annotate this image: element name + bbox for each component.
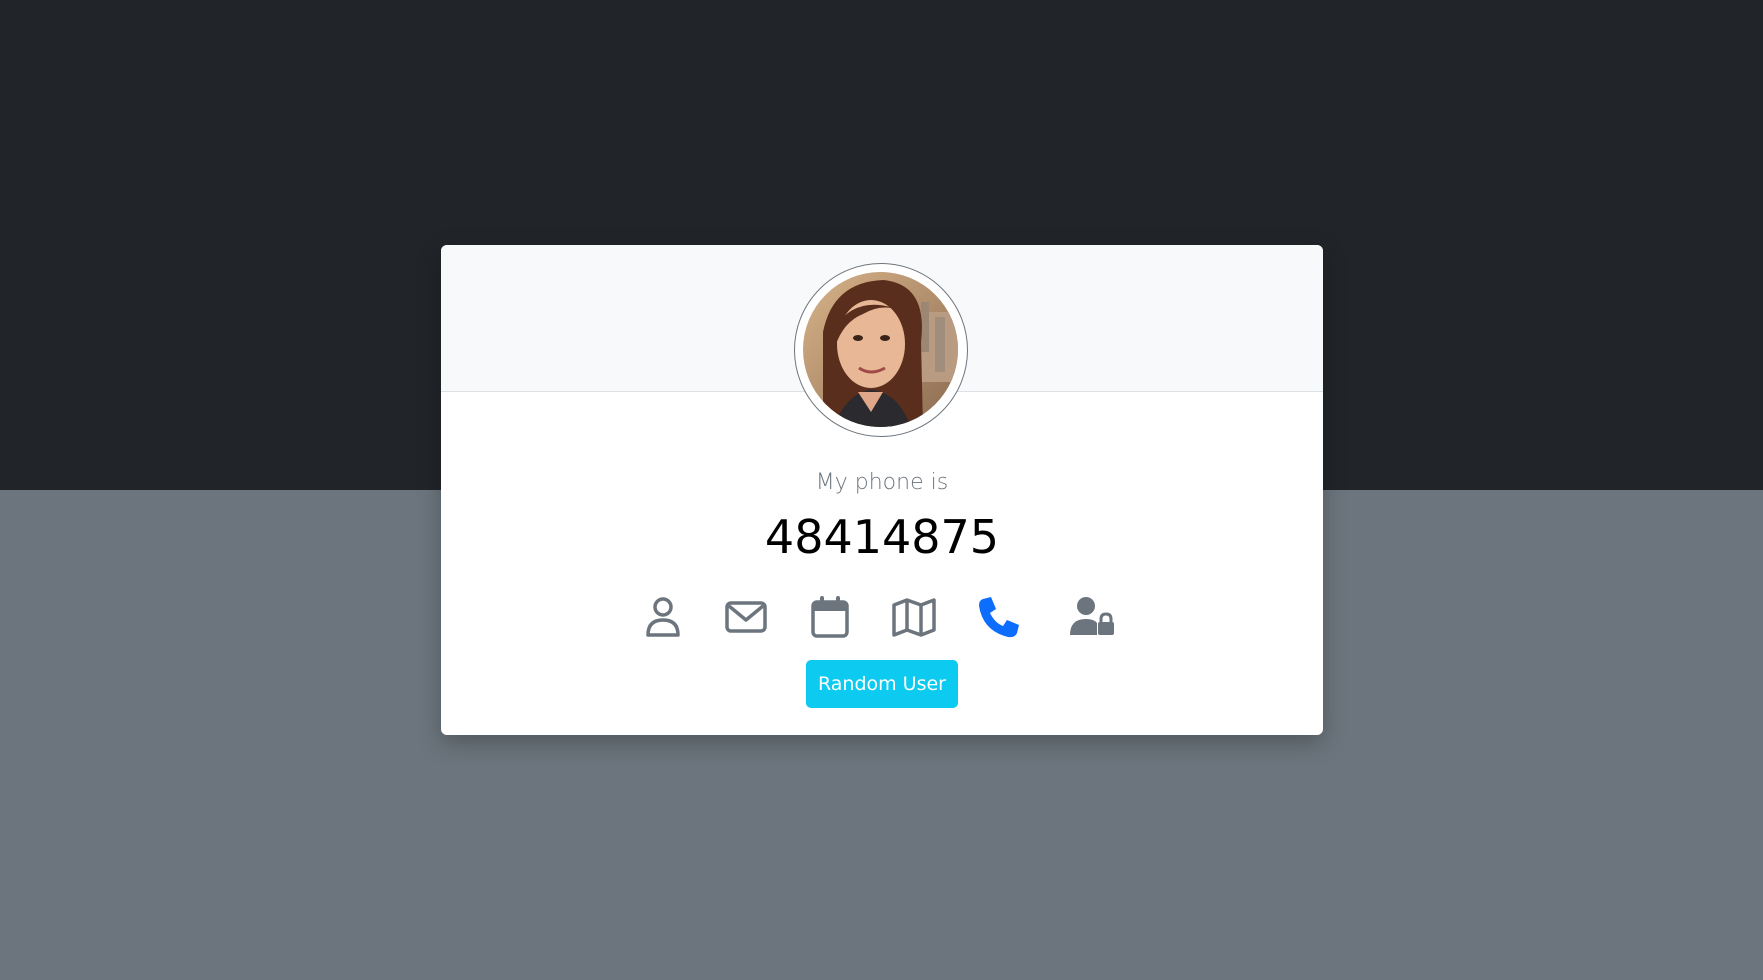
map-icon[interactable] xyxy=(890,593,938,641)
info-icon-bar xyxy=(441,593,1323,641)
user-icon[interactable] xyxy=(639,593,687,641)
info-value: 48414875 xyxy=(764,510,1000,564)
random-user-button[interactable]: Random User xyxy=(806,660,958,708)
phone-icon[interactable] xyxy=(975,593,1023,641)
user-lock-icon[interactable] xyxy=(1068,593,1116,641)
calendar-icon[interactable] xyxy=(806,593,854,641)
avatar xyxy=(803,272,958,427)
user-card: My phone is 48414875 Random User xyxy=(441,245,1323,735)
avatar-frame xyxy=(794,263,968,437)
envelope-icon[interactable] xyxy=(722,593,770,641)
info-label: My phone is xyxy=(815,470,949,495)
